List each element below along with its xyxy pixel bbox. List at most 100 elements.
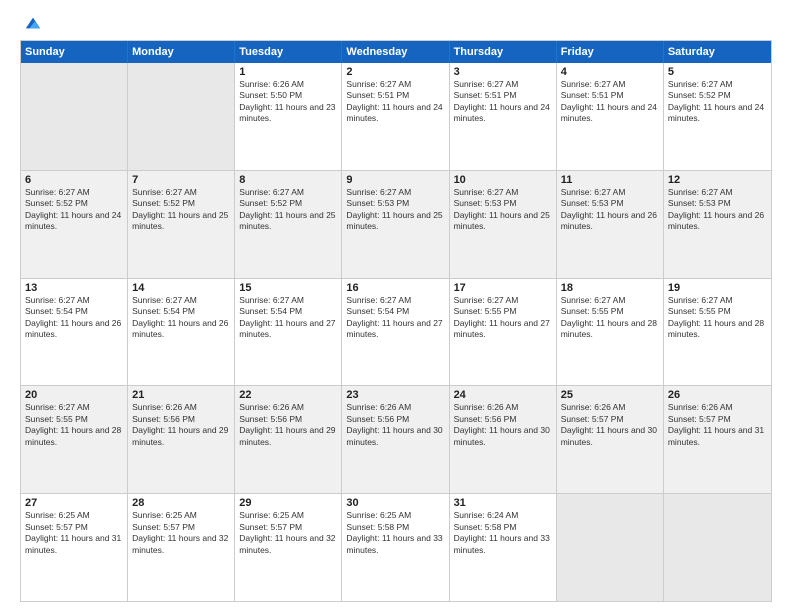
calendar-cell: 16Sunrise: 6:27 AM Sunset: 5:54 PM Dayli… <box>342 279 449 386</box>
cell-text: Sunrise: 6:27 AM Sunset: 5:53 PM Dayligh… <box>668 187 767 233</box>
cell-text: Sunrise: 6:27 AM Sunset: 5:53 PM Dayligh… <box>561 187 659 233</box>
calendar-cell: 8Sunrise: 6:27 AM Sunset: 5:52 PM Daylig… <box>235 171 342 278</box>
calendar-cell: 28Sunrise: 6:25 AM Sunset: 5:57 PM Dayli… <box>128 494 235 601</box>
calendar-row-2: 6Sunrise: 6:27 AM Sunset: 5:52 PM Daylig… <box>21 170 771 278</box>
header-cell-sunday: Sunday <box>21 41 128 63</box>
header-cell-thursday: Thursday <box>450 41 557 63</box>
cell-text: Sunrise: 6:27 AM Sunset: 5:52 PM Dayligh… <box>25 187 123 233</box>
logo <box>20 16 42 32</box>
calendar-cell: 3Sunrise: 6:27 AM Sunset: 5:51 PM Daylig… <box>450 63 557 170</box>
cell-text: Sunrise: 6:25 AM Sunset: 5:57 PM Dayligh… <box>239 510 337 556</box>
calendar-cell: 10Sunrise: 6:27 AM Sunset: 5:53 PM Dayli… <box>450 171 557 278</box>
day-number: 1 <box>239 66 337 78</box>
cell-text: Sunrise: 6:27 AM Sunset: 5:54 PM Dayligh… <box>239 295 337 341</box>
day-number: 17 <box>454 282 552 294</box>
cell-text: Sunrise: 6:26 AM Sunset: 5:56 PM Dayligh… <box>454 402 552 448</box>
day-number: 13 <box>25 282 123 294</box>
cell-text: Sunrise: 6:27 AM Sunset: 5:51 PM Dayligh… <box>346 79 444 125</box>
calendar-cell: 9Sunrise: 6:27 AM Sunset: 5:53 PM Daylig… <box>342 171 449 278</box>
cell-text: Sunrise: 6:26 AM Sunset: 5:50 PM Dayligh… <box>239 79 337 125</box>
day-number: 31 <box>454 497 552 509</box>
calendar-row-3: 13Sunrise: 6:27 AM Sunset: 5:54 PM Dayli… <box>21 278 771 386</box>
day-number: 15 <box>239 282 337 294</box>
calendar-cell: 1Sunrise: 6:26 AM Sunset: 5:50 PM Daylig… <box>235 63 342 170</box>
cell-text: Sunrise: 6:27 AM Sunset: 5:55 PM Dayligh… <box>454 295 552 341</box>
cell-text: Sunrise: 6:26 AM Sunset: 5:56 PM Dayligh… <box>132 402 230 448</box>
calendar-cell <box>21 63 128 170</box>
header-cell-friday: Friday <box>557 41 664 63</box>
calendar-cell: 6Sunrise: 6:27 AM Sunset: 5:52 PM Daylig… <box>21 171 128 278</box>
cell-text: Sunrise: 6:27 AM Sunset: 5:55 PM Dayligh… <box>561 295 659 341</box>
calendar-cell: 5Sunrise: 6:27 AM Sunset: 5:52 PM Daylig… <box>664 63 771 170</box>
calendar-cell: 22Sunrise: 6:26 AM Sunset: 5:56 PM Dayli… <box>235 386 342 493</box>
page: SundayMondayTuesdayWednesdayThursdayFrid… <box>0 0 792 612</box>
calendar-cell: 11Sunrise: 6:27 AM Sunset: 5:53 PM Dayli… <box>557 171 664 278</box>
day-number: 28 <box>132 497 230 509</box>
calendar-cell <box>128 63 235 170</box>
logo-icon <box>24 14 42 32</box>
calendar-header-row: SundayMondayTuesdayWednesdayThursdayFrid… <box>21 41 771 63</box>
calendar-cell: 20Sunrise: 6:27 AM Sunset: 5:55 PM Dayli… <box>21 386 128 493</box>
day-number: 25 <box>561 389 659 401</box>
header-cell-saturday: Saturday <box>664 41 771 63</box>
calendar-cell: 17Sunrise: 6:27 AM Sunset: 5:55 PM Dayli… <box>450 279 557 386</box>
header-cell-monday: Monday <box>128 41 235 63</box>
cell-text: Sunrise: 6:27 AM Sunset: 5:53 PM Dayligh… <box>346 187 444 233</box>
cell-text: Sunrise: 6:27 AM Sunset: 5:52 PM Dayligh… <box>132 187 230 233</box>
calendar-cell <box>664 494 771 601</box>
calendar-row-1: 1Sunrise: 6:26 AM Sunset: 5:50 PM Daylig… <box>21 63 771 170</box>
cell-text: Sunrise: 6:27 AM Sunset: 5:52 PM Dayligh… <box>239 187 337 233</box>
calendar-cell: 25Sunrise: 6:26 AM Sunset: 5:57 PM Dayli… <box>557 386 664 493</box>
calendar-cell: 24Sunrise: 6:26 AM Sunset: 5:56 PM Dayli… <box>450 386 557 493</box>
cell-text: Sunrise: 6:26 AM Sunset: 5:57 PM Dayligh… <box>668 402 767 448</box>
calendar-cell: 23Sunrise: 6:26 AM Sunset: 5:56 PM Dayli… <box>342 386 449 493</box>
cell-text: Sunrise: 6:26 AM Sunset: 5:56 PM Dayligh… <box>239 402 337 448</box>
cell-text: Sunrise: 6:27 AM Sunset: 5:54 PM Dayligh… <box>132 295 230 341</box>
calendar-cell: 29Sunrise: 6:25 AM Sunset: 5:57 PM Dayli… <box>235 494 342 601</box>
day-number: 6 <box>25 174 123 186</box>
day-number: 10 <box>454 174 552 186</box>
calendar-cell: 21Sunrise: 6:26 AM Sunset: 5:56 PM Dayli… <box>128 386 235 493</box>
day-number: 21 <box>132 389 230 401</box>
calendar: SundayMondayTuesdayWednesdayThursdayFrid… <box>20 40 772 602</box>
day-number: 22 <box>239 389 337 401</box>
cell-text: Sunrise: 6:27 AM Sunset: 5:54 PM Dayligh… <box>25 295 123 341</box>
day-number: 23 <box>346 389 444 401</box>
calendar-cell: 7Sunrise: 6:27 AM Sunset: 5:52 PM Daylig… <box>128 171 235 278</box>
calendar-cell: 31Sunrise: 6:24 AM Sunset: 5:58 PM Dayli… <box>450 494 557 601</box>
cell-text: Sunrise: 6:27 AM Sunset: 5:53 PM Dayligh… <box>454 187 552 233</box>
calendar-cell: 26Sunrise: 6:26 AM Sunset: 5:57 PM Dayli… <box>664 386 771 493</box>
day-number: 7 <box>132 174 230 186</box>
cell-text: Sunrise: 6:27 AM Sunset: 5:51 PM Dayligh… <box>561 79 659 125</box>
calendar-cell: 2Sunrise: 6:27 AM Sunset: 5:51 PM Daylig… <box>342 63 449 170</box>
cell-text: Sunrise: 6:26 AM Sunset: 5:56 PM Dayligh… <box>346 402 444 448</box>
day-number: 9 <box>346 174 444 186</box>
day-number: 11 <box>561 174 659 186</box>
day-number: 24 <box>454 389 552 401</box>
calendar-cell: 14Sunrise: 6:27 AM Sunset: 5:54 PM Dayli… <box>128 279 235 386</box>
calendar-cell: 27Sunrise: 6:25 AM Sunset: 5:57 PM Dayli… <box>21 494 128 601</box>
calendar-cell: 19Sunrise: 6:27 AM Sunset: 5:55 PM Dayli… <box>664 279 771 386</box>
day-number: 30 <box>346 497 444 509</box>
calendar-row-4: 20Sunrise: 6:27 AM Sunset: 5:55 PM Dayli… <box>21 385 771 493</box>
header-cell-tuesday: Tuesday <box>235 41 342 63</box>
day-number: 5 <box>668 66 767 78</box>
day-number: 4 <box>561 66 659 78</box>
calendar-cell: 15Sunrise: 6:27 AM Sunset: 5:54 PM Dayli… <box>235 279 342 386</box>
calendar-cell: 13Sunrise: 6:27 AM Sunset: 5:54 PM Dayli… <box>21 279 128 386</box>
day-number: 12 <box>668 174 767 186</box>
cell-text: Sunrise: 6:25 AM Sunset: 5:57 PM Dayligh… <box>132 510 230 556</box>
cell-text: Sunrise: 6:25 AM Sunset: 5:58 PM Dayligh… <box>346 510 444 556</box>
cell-text: Sunrise: 6:27 AM Sunset: 5:55 PM Dayligh… <box>25 402 123 448</box>
cell-text: Sunrise: 6:27 AM Sunset: 5:52 PM Dayligh… <box>668 79 767 125</box>
calendar-cell: 12Sunrise: 6:27 AM Sunset: 5:53 PM Dayli… <box>664 171 771 278</box>
cell-text: Sunrise: 6:26 AM Sunset: 5:57 PM Dayligh… <box>561 402 659 448</box>
day-number: 27 <box>25 497 123 509</box>
day-number: 16 <box>346 282 444 294</box>
day-number: 18 <box>561 282 659 294</box>
day-number: 3 <box>454 66 552 78</box>
calendar-row-5: 27 Sunrise: 6:25 AM Sunset: 5:57 PM Dayli… <box>21 493 771 601</box>
cell-text: Sunrise: 6:27 AM Sunset: 5:54 PM Dayligh… <box>346 295 444 341</box>
calendar-cell: 30Sunrise: 6:25 AM Sunset: 5:58 PM Dayli… <box>342 494 449 601</box>
header <box>20 16 772 32</box>
